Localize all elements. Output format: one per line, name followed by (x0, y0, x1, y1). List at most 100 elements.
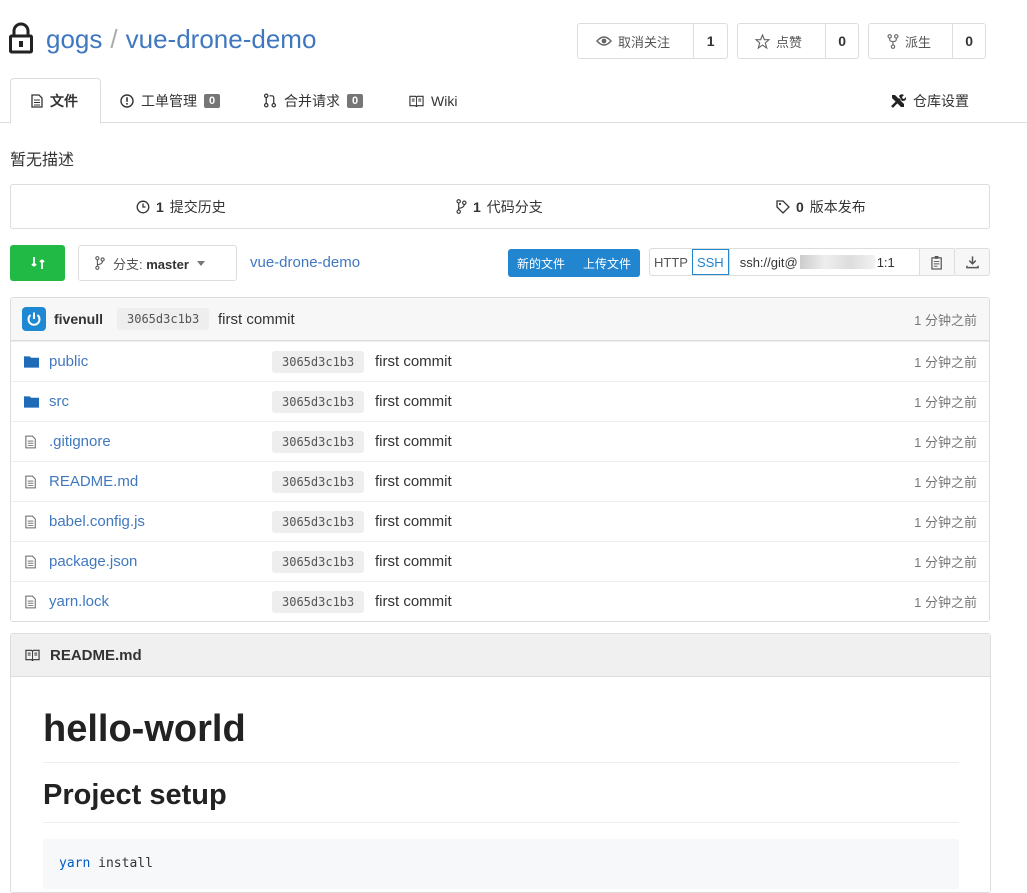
tab-pull-requests[interactable]: 合并请求 0 (263, 78, 364, 123)
upload-file-button[interactable]: 上传文件 (574, 249, 640, 277)
commits-stat[interactable]: 1 提交历史 (136, 185, 226, 228)
breadcrumb-root-link[interactable]: vue-drone-demo (250, 254, 360, 271)
new-file-button[interactable]: 新的文件 (508, 249, 574, 277)
pull-request-icon (263, 93, 277, 108)
file-commit-message[interactable]: first commit (375, 462, 452, 501)
tab-files[interactable]: 文件 (10, 78, 101, 124)
file-commit-sha[interactable]: 3065d3c1b3 (272, 591, 365, 613)
commit-age: 1 分钟之前 (914, 312, 977, 328)
file-commit-message[interactable]: first commit (375, 382, 452, 421)
commits-count: 1 (156, 198, 164, 215)
table-row: public 3065d3c1b3 first commit 1 分钟之前 (11, 341, 989, 381)
file-commit-message[interactable]: first commit (375, 342, 452, 381)
clone-url-end: 1:1 (876, 254, 895, 270)
star-count[interactable]: 0 (826, 24, 858, 58)
fork-button[interactable]: 派生 0 (868, 23, 986, 59)
file-commit-sha[interactable]: 3065d3c1b3 (272, 471, 365, 493)
file-name-link[interactable]: public (49, 353, 88, 370)
branches-stat[interactable]: 1 代码分支 (456, 185, 543, 228)
file-commit-sha[interactable]: 3065d3c1b3 (272, 511, 365, 533)
branch-name: master (146, 256, 189, 272)
file-commit-message[interactable]: first commit (375, 542, 452, 581)
clone-url-box: HTTP SSH ssh://git@ 1:1 (649, 248, 956, 276)
tab-pull-requests-label: 合并请求 (284, 92, 340, 109)
latest-commit-row: fivenull 3065d3c1b3 first commit 1 分钟之前 (11, 298, 989, 341)
file-commit-message[interactable]: first commit (375, 502, 452, 541)
file-name-link[interactable]: README.md (49, 473, 138, 490)
clone-url-field[interactable]: ssh://git@ 1:1 (728, 249, 919, 275)
fork-label-text: 派生 (905, 34, 932, 50)
releases-stat[interactable]: 0 版本发布 (776, 185, 866, 228)
branch-dropdown[interactable]: 分支: master (78, 245, 237, 281)
commits-label: 提交历史 (169, 198, 226, 215)
issues-count-badge: 0 (204, 93, 221, 108)
file-icon (25, 475, 36, 488)
caret-down-icon (196, 260, 205, 266)
copy-url-button[interactable] (918, 249, 955, 275)
repo-owner-link[interactable]: gogs (46, 24, 102, 54)
tab-issues[interactable]: 工单管理 0 (120, 78, 221, 123)
commit-author[interactable]: fivenull (54, 298, 103, 340)
file-commit-age: 1 分钟之前 (914, 515, 977, 530)
watch-label[interactable]: 取消关注 (578, 24, 695, 58)
folder-icon (24, 396, 39, 408)
table-row: README.md 3065d3c1b3 first commit 1 分钟之前 (11, 461, 989, 501)
fork-count[interactable]: 0 (953, 24, 985, 58)
table-row: yarn.lock 3065d3c1b3 first commit 1 分钟之前 (11, 581, 989, 621)
tab-wiki-label: Wiki (431, 92, 458, 109)
commit-message[interactable]: first commit (218, 298, 295, 340)
file-commit-age: 1 分钟之前 (914, 475, 977, 490)
branch-icon (95, 256, 105, 270)
repo-name-link[interactable]: vue-drone-demo (126, 24, 317, 54)
readme-heading-1: hello-world (43, 708, 246, 750)
table-row: package.json 3065d3c1b3 first commit 1 分… (11, 541, 989, 581)
file-commit-message[interactable]: first commit (375, 582, 452, 621)
file-commit-sha[interactable]: 3065d3c1b3 (272, 431, 365, 453)
power-icon (27, 312, 41, 326)
commit-sha[interactable]: 3065d3c1b3 (117, 308, 210, 330)
download-button[interactable] (954, 248, 990, 276)
watch-button[interactable]: 取消关注 1 (577, 23, 728, 59)
download-icon (965, 256, 979, 269)
divider (43, 822, 959, 823)
file-commit-sha[interactable]: 3065d3c1b3 (272, 551, 365, 573)
releases-label: 版本发布 (809, 198, 866, 215)
file-name-link[interactable]: package.json (49, 553, 137, 570)
tab-settings[interactable]: 仓库设置 (890, 78, 969, 123)
fork-label[interactable]: 派生 (869, 24, 954, 58)
clone-url-start: ssh://git@ (739, 254, 798, 270)
star-button[interactable]: 点赞 0 (737, 23, 859, 59)
branch-prefix: 分支: (113, 256, 143, 272)
releases-count: 0 (796, 198, 804, 215)
watch-count[interactable]: 1 (694, 24, 727, 58)
tag-icon (776, 199, 790, 214)
file-name-link[interactable]: yarn.lock (49, 593, 109, 610)
file-commit-sha[interactable]: 3065d3c1b3 (272, 391, 365, 413)
watch-label-text: 取消关注 (618, 34, 671, 50)
fork-icon (887, 33, 899, 49)
issue-opened-icon (120, 93, 134, 108)
folder-icon (24, 356, 39, 368)
file-commit-message[interactable]: first commit (375, 422, 452, 461)
compare-icon (30, 257, 45, 269)
tab-wiki[interactable]: Wiki (409, 78, 457, 123)
avatar[interactable] (22, 307, 46, 331)
file-commit-sha[interactable]: 3065d3c1b3 (272, 351, 365, 373)
repo-description: 暂无描述 (10, 152, 75, 169)
lock-icon (9, 22, 33, 54)
readme-heading-2: Project setup (43, 779, 227, 811)
file-name-link[interactable]: .gitignore (49, 433, 111, 450)
branch-icon (456, 199, 467, 214)
compare-button[interactable] (10, 245, 65, 281)
code-argument: install (98, 856, 153, 871)
ssh-protocol-button[interactable]: SSH (691, 249, 729, 275)
file-name-link[interactable]: src (49, 393, 69, 410)
star-label[interactable]: 点赞 (738, 24, 827, 58)
book-icon (25, 649, 40, 661)
file-commit-age: 1 分钟之前 (914, 355, 977, 370)
repo-tabs: 文件 工单管理 0 合并请求 0 Wiki 仓库设置 (0, 78, 1027, 124)
http-protocol-button[interactable]: HTTP (650, 249, 692, 275)
file-icon (25, 435, 36, 448)
file-name-link[interactable]: babel.config.js (49, 513, 145, 530)
history-icon (136, 200, 150, 213)
